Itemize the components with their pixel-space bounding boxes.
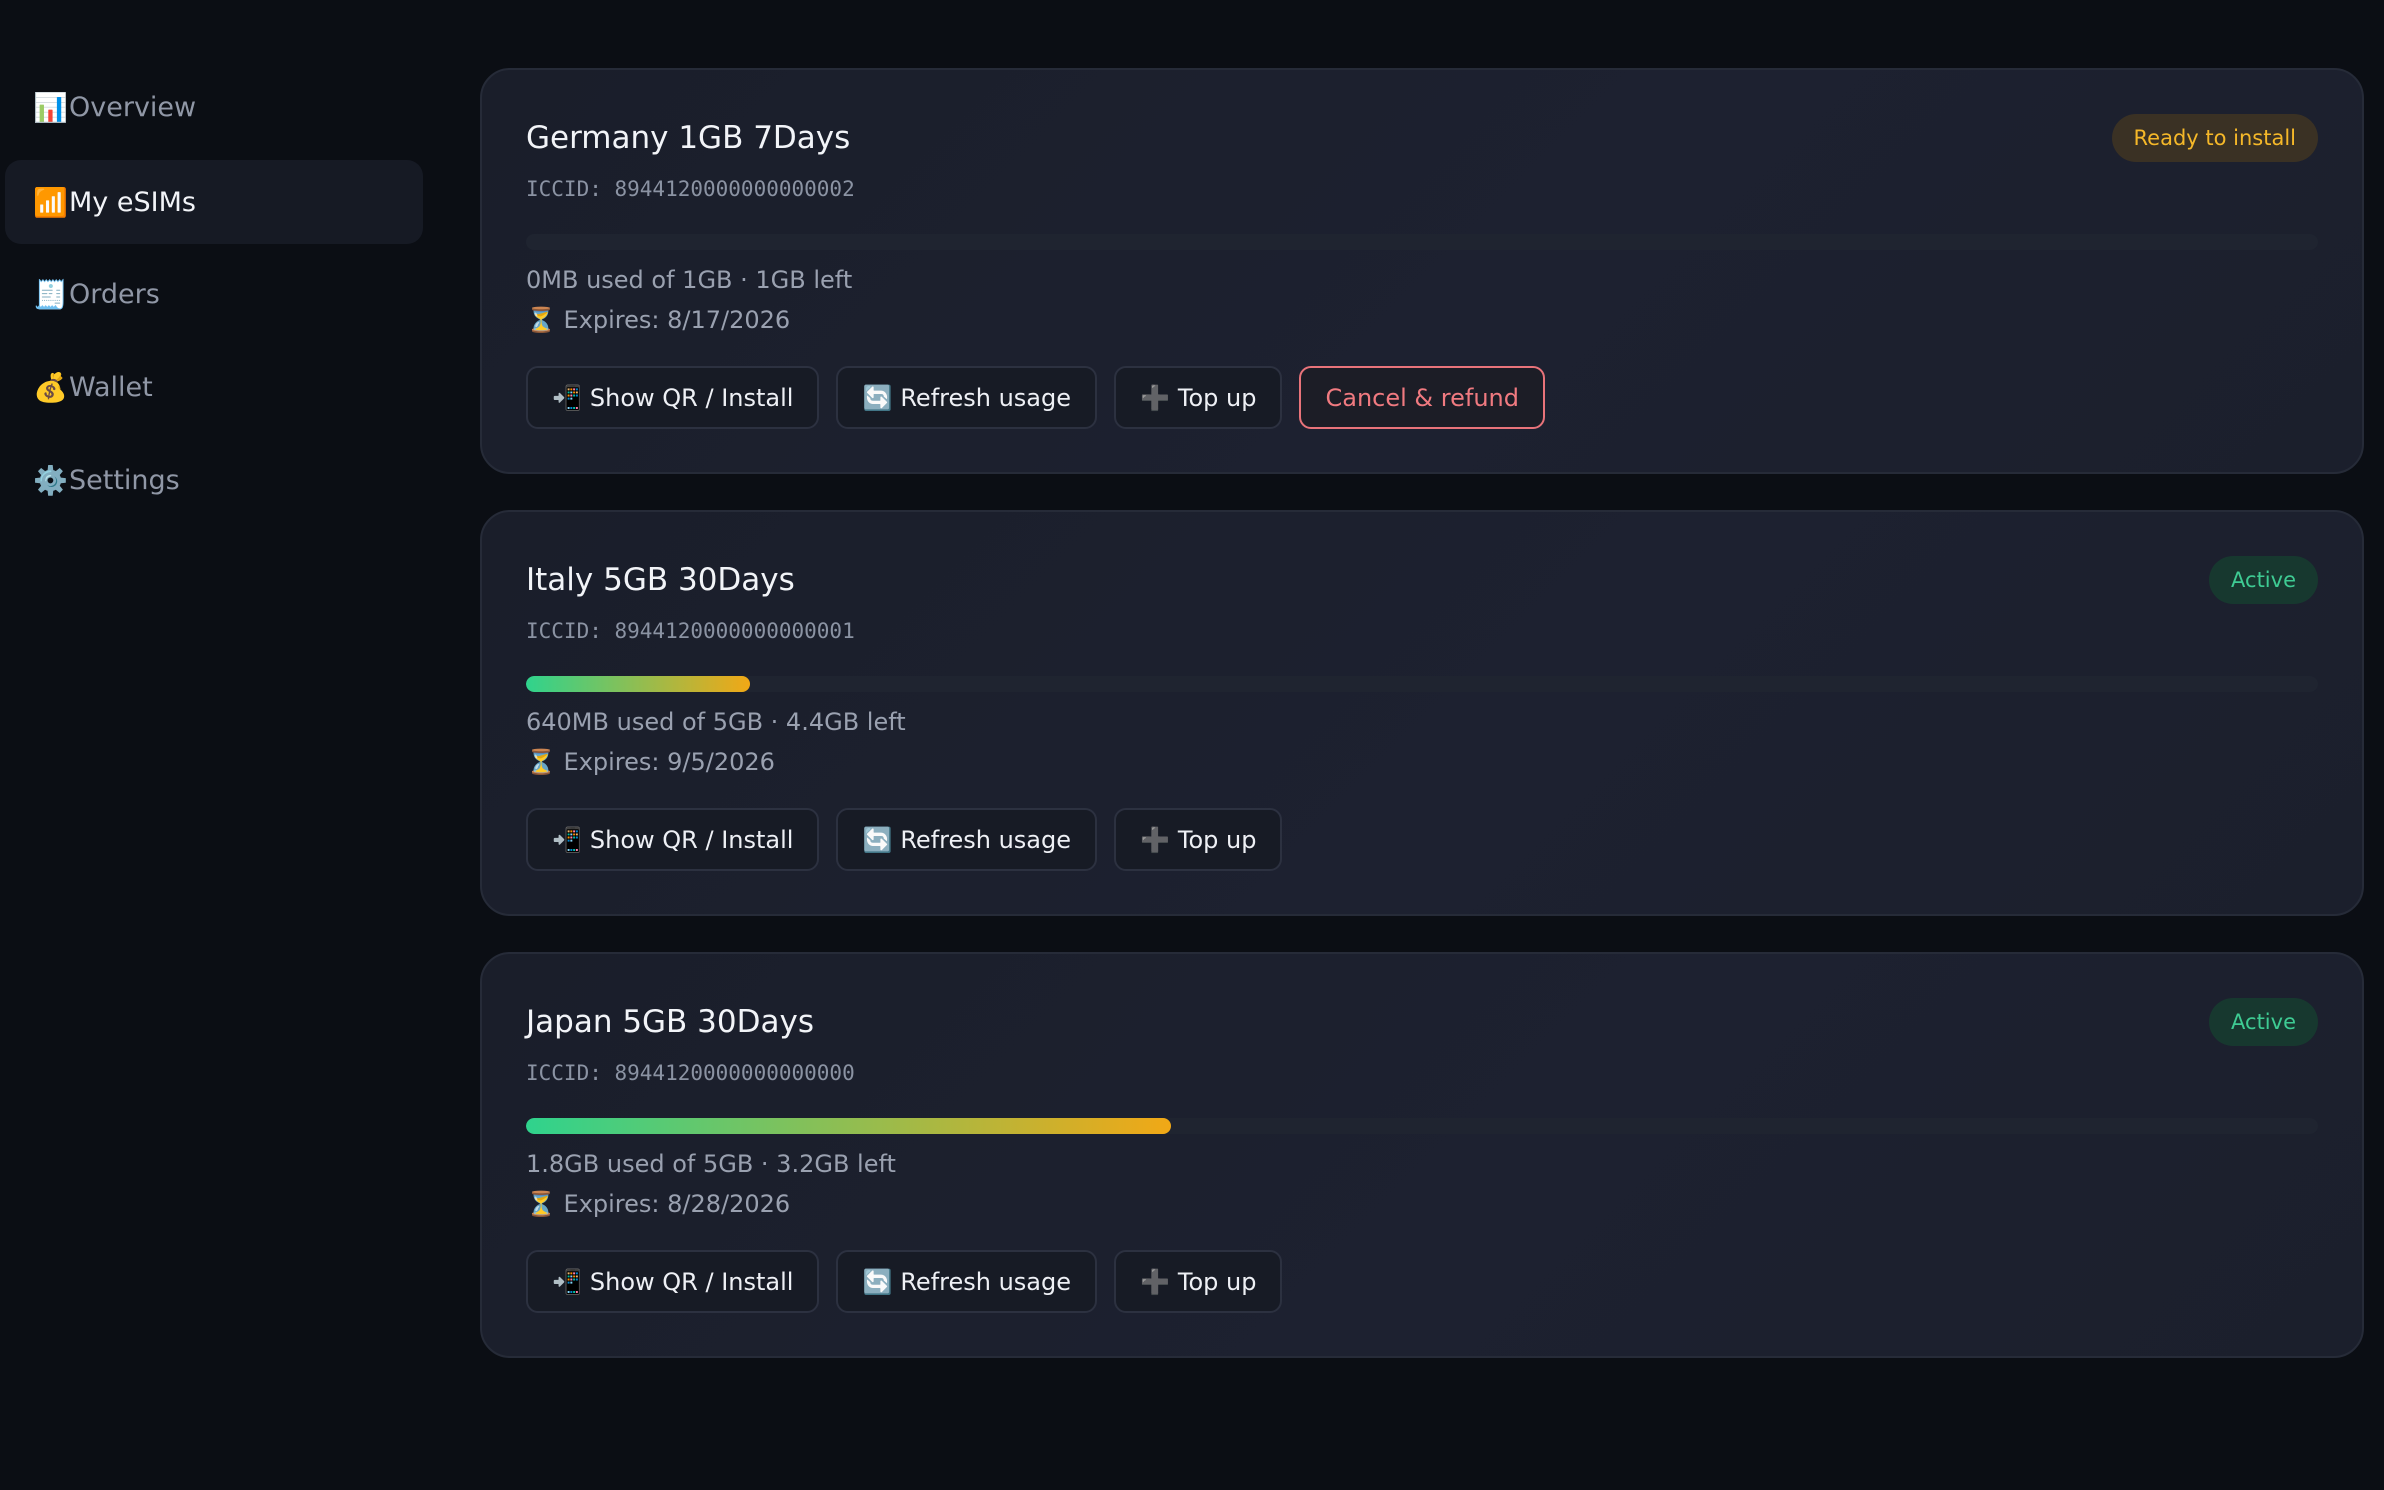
esim-card-italy: Italy 5GB 30Days ICCID: 8944120000000000… [480, 510, 2364, 916]
usage-progress-fill [526, 676, 750, 692]
usage-text: 1.8GB used of 5GB · 3.2GB left [526, 1150, 896, 1178]
sidebar-item-label: Overview [69, 91, 197, 123]
chart-icon: 📊 [33, 90, 68, 124]
esim-list: Germany 1GB 7Days ICCID: 894412000000000… [480, 68, 2364, 1394]
refresh-icon: 🔄 [862, 383, 893, 412]
usage-progress-bar [526, 234, 2318, 250]
sidebar-item-my-esims[interactable]: 📶 My eSIMs [5, 160, 423, 244]
esim-title: Japan 5GB 30Days [526, 1004, 814, 1040]
expiry-text: Expires: 8/17/2026 [563, 306, 791, 334]
esim-title: Italy 5GB 30Days [526, 562, 795, 598]
button-label: Top up [1177, 383, 1257, 412]
status-badge: Active [2209, 556, 2318, 604]
status-badge: Ready to install [2111, 114, 2318, 162]
button-label: Refresh usage [900, 1267, 1072, 1296]
expiry-row: ⏳ Expires: 8/17/2026 [526, 306, 790, 334]
show-qr-install-button[interactable]: 📲 Show QR / Install [526, 366, 820, 429]
signal-icon: 📶 [33, 185, 68, 219]
cancel-refund-button[interactable]: Cancel & refund [1299, 366, 1545, 429]
show-qr-install-button[interactable]: 📲 Show QR / Install [526, 808, 820, 871]
refresh-usage-button[interactable]: 🔄 Refresh usage [836, 366, 1098, 429]
plus-icon: ➕ [1140, 825, 1170, 854]
button-label: Top up [1177, 1267, 1257, 1296]
sidebar-item-orders[interactable]: 🧾 Orders [5, 252, 423, 336]
esim-iccid: ICCID: 8944120000000000002 [526, 177, 855, 201]
button-label: Top up [1177, 825, 1257, 854]
expiry-row: ⏳ Expires: 8/28/2026 [526, 1190, 790, 1218]
refresh-usage-button[interactable]: 🔄 Refresh usage [836, 808, 1098, 871]
card-actions: 📲 Show QR / Install 🔄 Refresh usage ➕ To… [526, 808, 1283, 871]
plus-icon: ➕ [1140, 1267, 1170, 1296]
refresh-icon: 🔄 [862, 1267, 893, 1296]
sidebar-item-label: Wallet [69, 371, 153, 403]
usage-text: 0MB used of 1GB · 1GB left [526, 266, 853, 294]
expiry-text: Expires: 9/5/2026 [563, 748, 775, 776]
button-label: Refresh usage [900, 825, 1072, 854]
usage-progress-bar [526, 676, 2318, 692]
hourglass-icon: ⏳ [526, 1190, 556, 1218]
mobile-arrow-icon: 📲 [552, 825, 582, 854]
top-up-button[interactable]: ➕ Top up [1114, 808, 1283, 871]
mobile-arrow-icon: 📲 [552, 1267, 582, 1296]
sidebar: 📊 Overview 📶 My eSIMs 🧾 Orders 💰 Wallet … [0, 0, 430, 1490]
money-bag-icon: 💰 [33, 370, 68, 404]
sidebar-item-label: Settings [69, 464, 180, 496]
top-up-button[interactable]: ➕ Top up [1114, 1250, 1283, 1313]
button-label: Show QR / Install [589, 825, 794, 854]
top-up-button[interactable]: ➕ Top up [1114, 366, 1283, 429]
button-label: Show QR / Install [589, 383, 794, 412]
esim-iccid: ICCID: 8944120000000000000 [526, 1061, 855, 1085]
plus-icon: ➕ [1140, 383, 1170, 412]
usage-text: 640MB used of 5GB · 4.4GB left [526, 708, 906, 736]
hourglass-icon: ⏳ [526, 748, 556, 776]
status-badge: Active [2209, 998, 2318, 1046]
mobile-arrow-icon: 📲 [552, 383, 582, 412]
sidebar-item-label: My eSIMs [69, 186, 196, 218]
receipt-icon: 🧾 [33, 277, 68, 311]
card-actions: 📲 Show QR / Install 🔄 Refresh usage ➕ To… [526, 366, 1545, 429]
sidebar-item-settings[interactable]: ⚙️ Settings [5, 438, 423, 522]
card-actions: 📲 Show QR / Install 🔄 Refresh usage ➕ To… [526, 1250, 1283, 1313]
usage-progress-bar [526, 1118, 2318, 1134]
button-label: Show QR / Install [589, 1267, 794, 1296]
expiry-row: ⏳ Expires: 9/5/2026 [526, 748, 775, 776]
esim-card-germany: Germany 1GB 7Days ICCID: 894412000000000… [480, 68, 2364, 474]
gear-icon: ⚙️ [33, 463, 68, 497]
button-label: Refresh usage [900, 383, 1072, 412]
show-qr-install-button[interactable]: 📲 Show QR / Install [526, 1250, 820, 1313]
expiry-text: Expires: 8/28/2026 [563, 1190, 791, 1218]
sidebar-item-label: Orders [69, 278, 160, 310]
esim-title: Germany 1GB 7Days [526, 120, 851, 156]
usage-progress-fill [526, 1118, 1172, 1134]
sidebar-item-overview[interactable]: 📊 Overview [5, 65, 423, 149]
hourglass-icon: ⏳ [526, 306, 556, 334]
button-label: Cancel & refund [1325, 383, 1519, 412]
sidebar-item-wallet[interactable]: 💰 Wallet [5, 345, 423, 429]
refresh-icon: 🔄 [862, 825, 893, 854]
esim-iccid: ICCID: 8944120000000000001 [526, 619, 855, 643]
esim-card-japan: Japan 5GB 30Days ICCID: 8944120000000000… [480, 952, 2364, 1358]
refresh-usage-button[interactable]: 🔄 Refresh usage [836, 1250, 1098, 1313]
